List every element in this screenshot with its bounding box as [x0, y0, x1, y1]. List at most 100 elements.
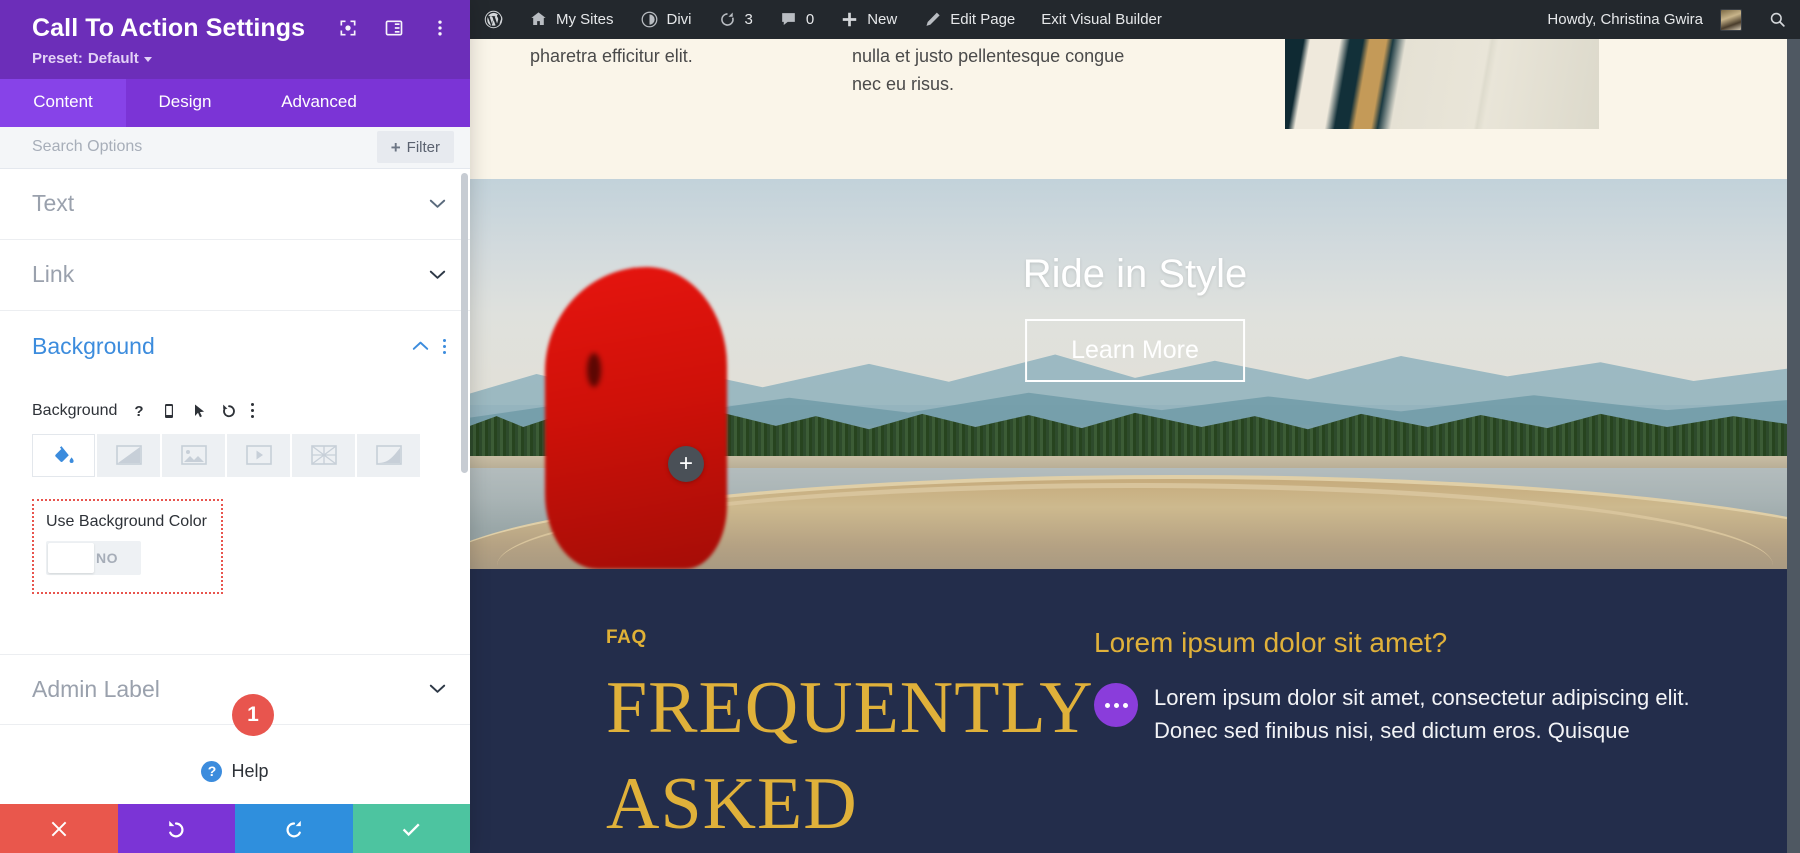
admin-bar-label: Divi: [666, 11, 692, 28]
background-video-tab[interactable]: [227, 433, 290, 477]
use-background-color-toggle[interactable]: NO: [46, 540, 141, 575]
chevron-down-icon: [429, 684, 446, 694]
section-toggle-background[interactable]: Background: [0, 311, 470, 382]
admin-bar-item-wordpress-logo[interactable]: [470, 0, 516, 39]
cancel-button[interactable]: [0, 804, 118, 853]
faq-item: Lorem ipsum dolor sit amet? Lorem ipsum …: [1094, 627, 1734, 748]
admin-bar-search[interactable]: [1755, 0, 1800, 39]
help-link[interactable]: ? Help: [0, 725, 470, 782]
redo-button[interactable]: [235, 804, 353, 853]
background-type-tabs: [32, 433, 438, 477]
section-options-dots-icon[interactable]: [443, 338, 446, 354]
preview-photo: [1285, 34, 1599, 129]
admin-bar-item-exit-visual-builder[interactable]: Exit Visual Builder: [1028, 0, 1175, 39]
vertical-dots-icon[interactable]: [430, 18, 450, 38]
chevron-down-icon: [429, 199, 446, 208]
background-option-header: Background ?: [32, 402, 438, 420]
ellipsis-bullet-icon: [1094, 683, 1138, 727]
preview-scrollbar[interactable]: [1787, 39, 1800, 853]
update-refresh-icon: [720, 12, 734, 26]
help-label: Help: [231, 760, 269, 781]
help-icon[interactable]: ?: [131, 402, 147, 420]
reset-undo-icon[interactable]: [221, 402, 237, 420]
admin-bar-howdy[interactable]: Howdy, Christina Gwira: [1533, 0, 1755, 39]
tab-design[interactable]: Design: [126, 79, 244, 127]
background-color-tab[interactable]: [32, 433, 95, 477]
section-label-text: Text: [32, 190, 75, 217]
faq-section: FAQ FREQUENTLY ASKED Lorem ipsum dolor s…: [470, 569, 1800, 853]
preset-value: Default: [87, 49, 139, 67]
video-icon: [245, 445, 272, 466]
tab-content[interactable]: Content: [0, 78, 126, 127]
preset-label: Preset:: [32, 49, 83, 67]
preview-text-band: pharetra efficitur elit. nulla et justo …: [470, 34, 1800, 179]
settings-scrollbar[interactable]: [461, 172, 468, 473]
section-toggle-link[interactable]: Link: [0, 240, 470, 311]
faq-heading-block: FAQ FREQUENTLY ASKED: [606, 627, 1126, 841]
comment-bubble-icon: [782, 13, 795, 26]
chevron-down-icon: [429, 270, 446, 279]
admin-bar-item-edit-page[interactable]: Edit Page: [910, 0, 1028, 39]
admin-bar-item-divi[interactable]: Divi: [627, 0, 705, 39]
status-badge: 1: [232, 693, 274, 736]
hover-cursor-icon[interactable]: [191, 402, 207, 420]
close-x-icon: [51, 821, 67, 836]
chevron-down-icon: [143, 56, 152, 62]
search-icon: [1770, 12, 1785, 27]
background-option-dots-icon[interactable]: [251, 403, 255, 419]
redo-arrow-icon: [286, 820, 301, 837]
admin-bar-label: Exit Visual Builder: [1041, 11, 1162, 28]
search-input[interactable]: [32, 138, 377, 157]
responsive-phone-icon[interactable]: [161, 402, 177, 420]
avatar: [1720, 8, 1742, 31]
layout-panel-icon[interactable]: [384, 18, 404, 38]
hero-learn-more-button[interactable]: Learn More: [1025, 319, 1245, 382]
page-title: Call To Action Settings: [32, 14, 306, 42]
plus-icon: +: [390, 137, 401, 157]
admin-bar-item-updates[interactable]: 3: [705, 0, 766, 39]
background-mask-tab[interactable]: [357, 433, 420, 477]
save-button[interactable]: [352, 804, 470, 853]
background-image-tab[interactable]: [162, 433, 225, 477]
admin-bar-label: 3: [744, 11, 753, 28]
paint-bucket-icon: [54, 446, 74, 464]
text-column-left: pharetra efficitur elit.: [530, 46, 693, 66]
admin-bar-item-new[interactable]: New: [827, 0, 910, 39]
undo-button[interactable]: [117, 804, 235, 853]
gradient-icon: [115, 445, 142, 466]
section-label-admin-label: Admin Label: [32, 675, 160, 702]
hero-section: Ride in Style Learn More +: [470, 179, 1800, 569]
background-pattern-tab[interactable]: [292, 433, 355, 477]
wp-admin-bar: My Sites Divi 3 0 New Edit Page Exit Vis…: [470, 0, 1800, 39]
admin-bar-item-comments[interactable]: 0: [766, 0, 827, 39]
section-label-link: Link: [32, 261, 75, 288]
faq-answer-row: Lorem ipsum dolor sit amet, consectetur …: [1094, 681, 1734, 748]
filter-button[interactable]: + Filter: [376, 131, 454, 164]
pencil-icon: [926, 12, 940, 26]
section-toggle-text[interactable]: Text: [0, 169, 470, 240]
background-section-body: Background ? Use Background Color NO: [0, 382, 470, 598]
plus-circle-icon[interactable]: +: [668, 446, 704, 482]
settings-scroll-area: Text Link Background Background ? Use Ba…: [0, 168, 470, 804]
sites-house-icon: [531, 12, 546, 26]
settings-tabs: Content Design Advanced: [0, 78, 470, 127]
divi-icon: [641, 11, 657, 28]
admin-bar-item-my-sites[interactable]: My Sites: [516, 0, 627, 39]
section-label-background: Background: [32, 332, 155, 359]
pattern-icon: [310, 445, 337, 466]
howdy-label: Howdy, Christina Gwira: [1547, 11, 1703, 28]
preset-selector[interactable]: Preset: Default: [32, 50, 450, 67]
module-settings-panel: Call To Action Settings Preset: Default …: [0, 0, 470, 853]
toggle-knob: [48, 542, 94, 573]
tab-advanced[interactable]: Advanced: [244, 79, 394, 127]
background-gradient-tab[interactable]: [97, 433, 160, 477]
search-options-bar: + Filter: [0, 126, 470, 169]
faq-heading-line2: ASKED: [606, 763, 858, 845]
check-icon: [403, 823, 420, 836]
focus-target-icon[interactable]: [338, 18, 358, 38]
hero-red-figure: [545, 267, 727, 569]
website-preview: My Sites Divi 3 0 New Edit Page Exit Vis…: [470, 0, 1800, 853]
use-background-color-label: Use Background Color: [46, 512, 207, 530]
faq-heading-line1: FREQUENTLY: [606, 667, 1094, 749]
chevron-up-icon: [412, 341, 429, 351]
